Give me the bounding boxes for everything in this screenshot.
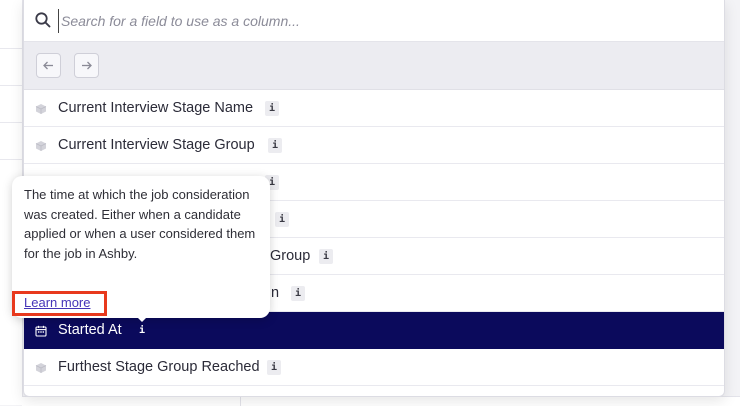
field-item-label: Group bbox=[270, 248, 311, 264]
info-icon[interactable]: i bbox=[135, 323, 149, 338]
field-description-tooltip: The time at which the job consideration … bbox=[12, 176, 270, 322]
arrow-left-icon bbox=[43, 61, 53, 70]
field-item-furthest-stage-group-reached[interactable]: Furthest Stage Group Reached i bbox=[24, 349, 724, 386]
cube-icon bbox=[35, 139, 47, 151]
tooltip-description: The time at which the job consideration … bbox=[24, 187, 256, 261]
field-item-current-interview-stage-name[interactable]: Current Interview Stage Name i bbox=[24, 90, 724, 127]
learn-more-link[interactable]: Learn more bbox=[24, 294, 90, 312]
cube-icon bbox=[35, 102, 47, 114]
field-item-label: Current Interview Stage Name bbox=[58, 100, 254, 116]
field-item-current-interview-stage-group[interactable]: Current Interview Stage Group i bbox=[24, 127, 724, 164]
calendar-icon bbox=[35, 324, 47, 337]
back-button[interactable] bbox=[36, 53, 61, 78]
info-icon[interactable]: i bbox=[291, 286, 305, 301]
search-row bbox=[24, 0, 724, 42]
cube-icon bbox=[35, 361, 47, 373]
background-row-divider bbox=[0, 122, 22, 123]
field-item-label: Current Interview Stage Group bbox=[58, 137, 255, 153]
background-row-divider bbox=[0, 159, 22, 160]
info-icon[interactable]: i bbox=[267, 360, 281, 375]
field-item-label: n bbox=[271, 285, 280, 301]
info-icon[interactable]: i bbox=[319, 249, 333, 264]
field-item-label: Furthest Stage Group Reached bbox=[58, 359, 260, 375]
info-icon[interactable]: i bbox=[265, 101, 279, 116]
search-icon bbox=[34, 11, 52, 29]
forward-button[interactable] bbox=[74, 53, 99, 78]
search-input[interactable] bbox=[58, 9, 703, 33]
field-item-label: Started At bbox=[58, 322, 122, 338]
background-row-divider bbox=[0, 85, 22, 86]
history-nav-row bbox=[24, 42, 724, 90]
tooltip-arrow bbox=[134, 314, 150, 322]
info-icon[interactable]: i bbox=[275, 212, 289, 227]
background-row-divider bbox=[0, 48, 22, 49]
arrow-right-icon bbox=[82, 61, 92, 70]
info-icon[interactable]: i bbox=[268, 138, 282, 153]
